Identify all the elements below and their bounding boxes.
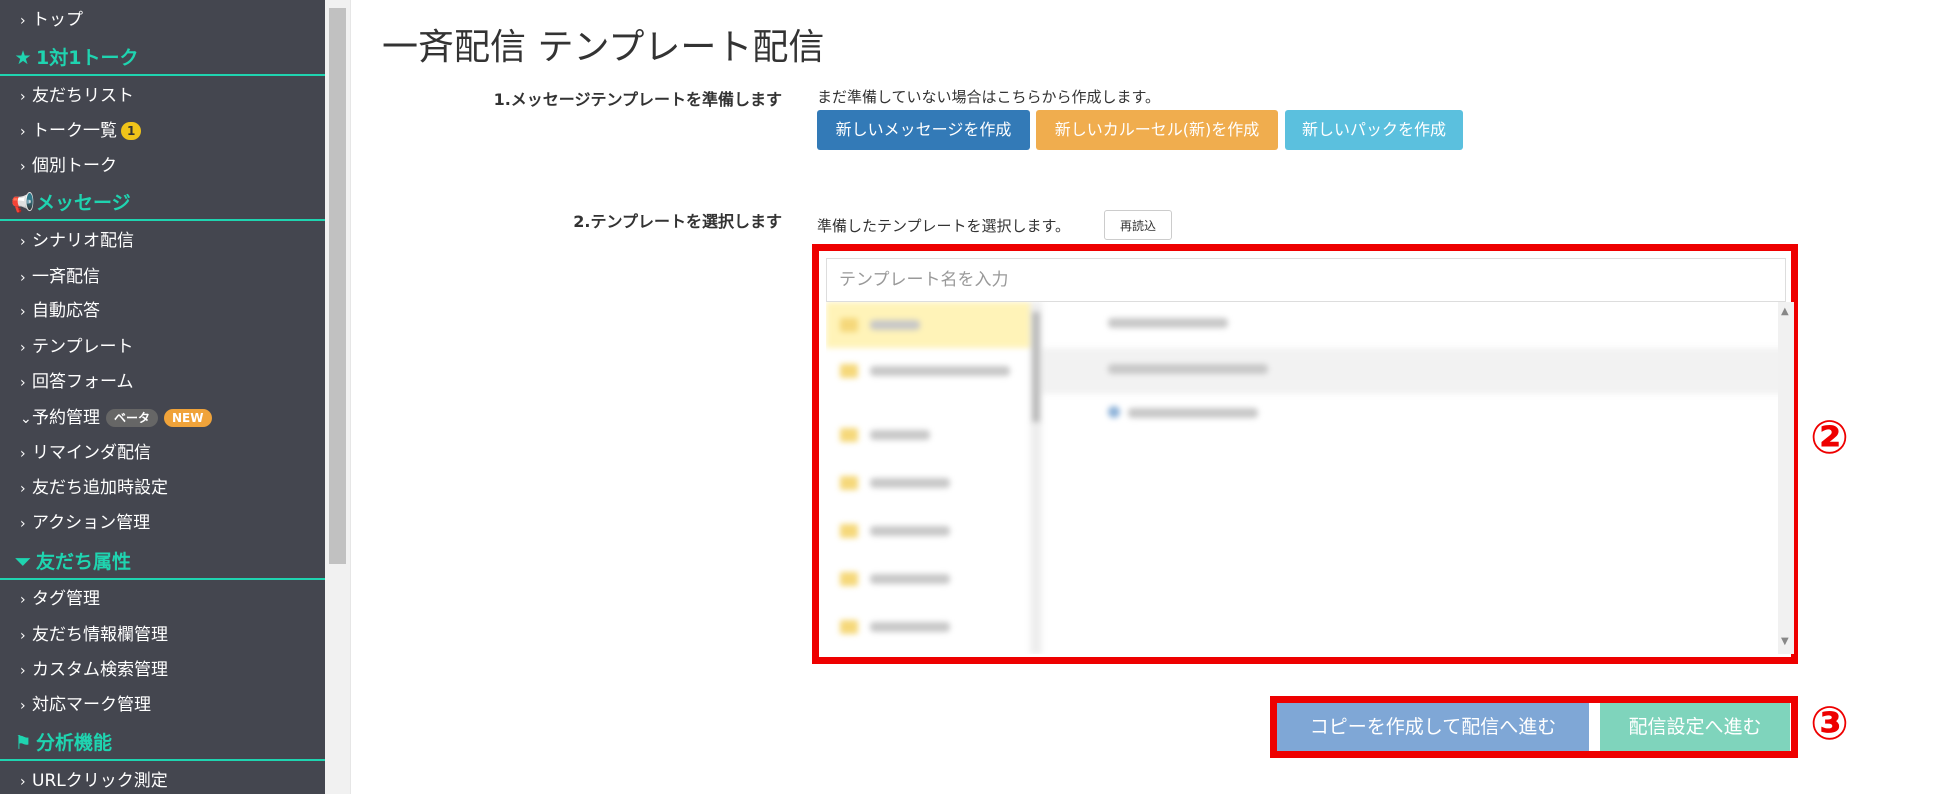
megaphone-icon: 📢 — [11, 192, 35, 214]
star-icon: ★ — [14, 47, 32, 69]
chevron-right-icon: › — [20, 375, 26, 391]
folder-icon — [840, 318, 858, 332]
sidebar-scrollbar[interactable] — [325, 0, 350, 794]
folder-item[interactable] — [826, 302, 1030, 348]
template-item[interactable] — [1108, 364, 1268, 374]
unread-count-badge: 1 — [121, 122, 142, 140]
chevron-right-icon: › — [20, 774, 26, 790]
folder-label — [870, 478, 950, 488]
scrollbar-thumb[interactable] — [329, 8, 346, 564]
sidebar-item-friend-info[interactable]: › 友だち情報欄管理 — [0, 620, 325, 650]
sidebar-item-auto-reply[interactable]: › 自動応答 — [0, 296, 325, 326]
sidebar-item-scenario[interactable]: › シナリオ配信 — [0, 226, 325, 256]
proceed-to-settings-button[interactable]: 配信設定へ進む — [1600, 703, 1790, 751]
chevron-right-icon: › — [20, 446, 26, 462]
step1-help-text: まだ準備していない場合はこちらから作成します。 — [817, 88, 1161, 106]
sidebar-section-1on1: ★ 1対1トーク — [0, 40, 325, 76]
flag-icon: ⚑ — [14, 732, 32, 754]
folder-icon — [840, 524, 858, 538]
sidebar-item-friend-list[interactable]: › 友だちリスト — [0, 81, 325, 111]
folder-item[interactable] — [826, 460, 1030, 506]
chevron-right-icon: › — [20, 698, 26, 714]
copy-and-proceed-button[interactable]: コピーを作成して配信へ進む — [1277, 703, 1589, 751]
sidebar-item-template[interactable]: › テンプレート — [0, 332, 325, 362]
template-item[interactable] — [1108, 318, 1228, 328]
sidebar-item-answer-form[interactable]: › 回答フォーム — [0, 367, 325, 397]
folder-label — [870, 430, 930, 440]
template-type-icon — [1108, 406, 1120, 418]
step2-help-text: 準備したテンプレートを選択します。 — [817, 217, 1071, 235]
chevron-right-icon: › — [20, 481, 26, 497]
folder-item[interactable] — [826, 508, 1030, 554]
chevron-right-icon: › — [20, 159, 26, 175]
chevron-right-icon: › — [20, 592, 26, 608]
new-badge: NEW — [164, 409, 212, 427]
folder-icon — [840, 428, 858, 442]
sidebar-section-analytics: ⚑ 分析機能 — [0, 725, 325, 761]
chevron-right-icon: › — [20, 516, 26, 532]
step1-label: 1.メッセージテンプレートを準備します — [493, 90, 782, 109]
folder-label — [870, 366, 1010, 376]
chevron-right-icon: › — [20, 340, 26, 356]
step2-label: 2.テンプレートを選択します — [573, 212, 782, 231]
folder-icon — [840, 476, 858, 490]
folder-label — [870, 320, 920, 330]
folder-label — [870, 574, 950, 584]
beta-badge: ベータ — [106, 409, 159, 427]
chevron-right-icon: › — [20, 304, 26, 320]
sidebar-item-broadcast[interactable]: › 一斉配信 — [0, 262, 325, 292]
chevron-right-icon: › — [20, 628, 26, 644]
folder-label — [870, 622, 950, 632]
marker-2: ② — [1810, 410, 1849, 464]
sidebar-item-custom-search[interactable]: › カスタム検索管理 — [0, 655, 325, 685]
filter-icon: ⏷ — [15, 551, 31, 573]
folder-item[interactable] — [826, 348, 1030, 394]
chevron-right-icon: › — [20, 663, 26, 679]
folder-icon — [840, 572, 858, 586]
chevron-right-icon: › — [20, 13, 26, 29]
folder-scrollbar-thumb[interactable] — [1032, 312, 1040, 422]
reload-button[interactable]: 再読込 — [1104, 210, 1172, 240]
scroll-down-icon[interactable]: ▼ — [1781, 636, 1789, 647]
sidebar-section-message: 📢メッセージ — [0, 185, 325, 221]
sidebar-item-mark[interactable]: › 対応マーク管理 — [0, 690, 325, 720]
sidebar-item-individual-talk[interactable]: › 個別トーク — [0, 151, 325, 181]
marker-3: ③ — [1810, 696, 1849, 750]
folder-item[interactable] — [826, 604, 1030, 650]
sidebar-section-friend-attr: ⏷ 友だち属性 — [0, 544, 325, 580]
new-carousel-button[interactable]: 新しいカルーセル(新)を作成 — [1036, 110, 1278, 150]
folder-scrollbar[interactable] — [1030, 302, 1042, 654]
chevron-right-icon: › — [20, 124, 26, 140]
scroll-up-icon[interactable]: ▲ — [1781, 306, 1789, 317]
new-message-button[interactable]: 新しいメッセージを作成 — [817, 110, 1030, 150]
folder-item[interactable] — [826, 412, 1030, 458]
template-list-scrollbar[interactable]: ▲ ▼ — [1778, 302, 1794, 654]
folder-label — [870, 526, 950, 536]
template-search-input[interactable] — [826, 258, 1786, 302]
new-pack-button[interactable]: 新しいパックを作成 — [1285, 110, 1463, 150]
sidebar-item-reminder[interactable]: › リマインダ配信 — [0, 438, 325, 468]
sidebar-item-friend-add-settings[interactable]: › 友だち追加時設定 — [0, 473, 325, 503]
sidebar-item-reservation[interactable]: ⌄予約管理 ベータ NEW — [0, 403, 325, 433]
chevron-right-icon: › — [20, 89, 26, 105]
folder-icon — [840, 364, 858, 378]
page-title: 一斉配信 テンプレート配信 — [382, 27, 825, 68]
sidebar: › トップ ★ 1対1トーク › 友だちリスト › トーク一覧 1 › 個別トーク 📢メッセ… — [0, 0, 325, 794]
template-list-area — [826, 302, 1786, 654]
template-item[interactable] — [1128, 408, 1258, 418]
chevron-right-icon: › — [20, 270, 26, 286]
sidebar-item-tag[interactable]: › タグ管理 — [0, 584, 325, 614]
sidebar-item-url-click[interactable]: › URLクリック測定 — [0, 766, 325, 794]
chevron-right-icon: › — [20, 234, 26, 250]
folder-item[interactable] — [826, 556, 1030, 602]
chevron-down-icon: ⌄ — [20, 411, 32, 427]
sidebar-item-top[interactable]: › トップ — [0, 5, 325, 35]
sidebar-item-talk-list[interactable]: › トーク一覧 1 — [0, 116, 325, 146]
folder-icon — [840, 620, 858, 634]
sidebar-item-action-manage[interactable]: › アクション管理 — [0, 508, 325, 538]
